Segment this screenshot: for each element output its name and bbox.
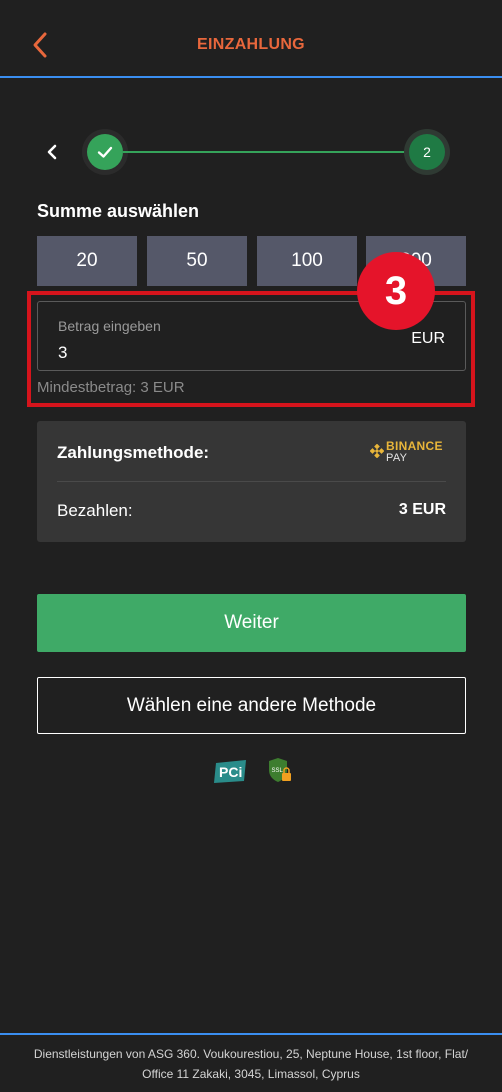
progress-stepper: 2 — [0, 128, 502, 178]
choose-other-method-button[interactable]: Wählen eine andere Methode — [37, 677, 466, 734]
pci-badge-icon: PCi — [214, 760, 246, 783]
footer-line-1: Dienstleistungen von ASG 360. Voukourest… — [33, 1047, 469, 1061]
step-1-done — [87, 134, 123, 170]
pay-amount: 3 EUR — [398, 501, 446, 518]
page-title: EINZAHLUNG — [197, 36, 305, 53]
annotation-step-marker: 3 — [357, 252, 435, 330]
step-2-current: 2 — [409, 134, 445, 170]
pci-badge-text: PCi — [219, 764, 242, 780]
binance-logo-line1: BINANCE — [386, 439, 443, 453]
preset-50-button[interactable]: 50 — [147, 236, 247, 286]
payment-summary-card: Zahlungsmethode: BINANCE PAY Bezahlen: 3… — [37, 421, 466, 542]
ssl-badge-text: SSL — [272, 768, 284, 774]
ssl-shield-icon: SSL — [269, 758, 291, 782]
payment-method-label: Zahlungsmethode: — [57, 443, 210, 462]
checkmark-icon — [97, 146, 113, 158]
binance-pay-logo: BINANCE PAY — [370, 439, 446, 465]
preset-20-button[interactable]: 20 — [37, 236, 137, 286]
pay-label: Bezahlen: — [57, 501, 133, 520]
continue-button[interactable]: Weiter — [37, 594, 466, 652]
chevron-left-icon[interactable] — [40, 140, 64, 164]
binance-logo-line2: PAY — [386, 452, 408, 464]
preset-100-button[interactable]: 100 — [257, 236, 357, 286]
security-badges: PCi SSL — [0, 757, 502, 787]
app-header: EINZAHLUNG — [0, 0, 502, 78]
amount-section-title: Summe auswählen — [37, 201, 200, 221]
legal-footer: Dienstleistungen von ASG 360. Voukourest… — [0, 1033, 502, 1092]
step-connector — [123, 151, 410, 153]
footer-line-2: Office 11 Zakaki, 3045, Limassol, Cyprus — [142, 1067, 360, 1081]
summary-divider — [57, 481, 446, 482]
binance-icon — [370, 444, 384, 458]
